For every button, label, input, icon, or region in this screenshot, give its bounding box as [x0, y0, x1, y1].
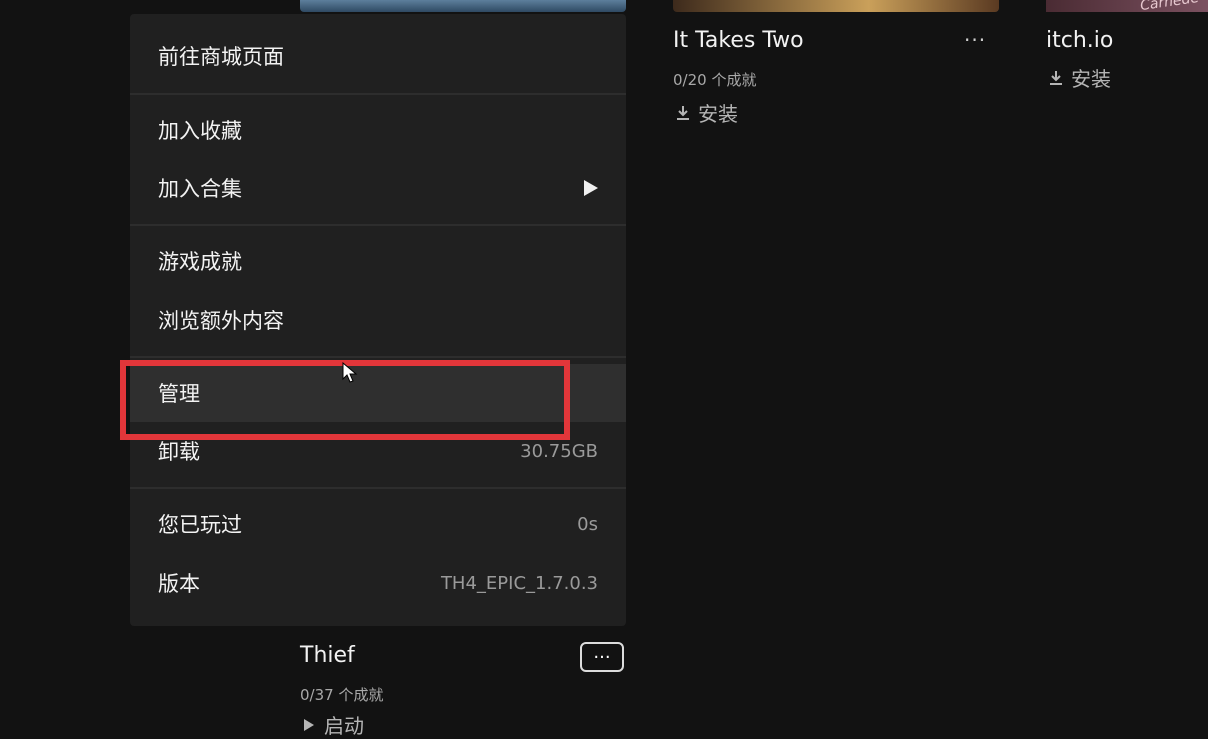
menu-divider	[130, 487, 626, 489]
menu-divider	[130, 93, 626, 95]
menu-item-favorite[interactable]: 加入收藏	[130, 101, 626, 159]
menu-item-label: 您已玩过	[158, 513, 242, 537]
it-takes-two-install-label: 安装	[698, 102, 738, 126]
menu-divider	[130, 356, 626, 358]
download-icon	[1050, 70, 1062, 85]
menu-item-label: 加入收藏	[158, 119, 242, 143]
menu-item-label: 版本	[158, 572, 200, 596]
download-icon	[677, 105, 689, 120]
it-takes-two-thumbnail[interactable]	[673, 0, 999, 12]
menu-divider	[130, 224, 626, 226]
mouse-cursor-icon	[342, 362, 358, 383]
itch-install-label: 安装	[1071, 67, 1111, 91]
playtime-value: 0s	[577, 513, 598, 535]
menu-item-label: 前往商城页面	[158, 45, 284, 69]
submenu-arrow-icon	[584, 180, 598, 196]
thief-launch-button[interactable]: 启动	[302, 710, 364, 739]
menu-item-addons[interactable]: 浏览额外内容	[130, 291, 626, 349]
menu-item-version: 版本 TH4_EPIC_1.7.0.3	[130, 554, 626, 612]
menu-item-achievements[interactable]: 游戏成就	[130, 232, 626, 290]
context-menu: 前往商城页面 加入收藏 加入合集 游戏成就 浏览额外内容 管理 卸载 30.75…	[130, 14, 626, 626]
menu-item-label: 加入合集	[158, 177, 242, 201]
it-takes-two-install-button[interactable]: 安装	[676, 98, 738, 127]
install-size: 30.75GB	[520, 440, 598, 462]
it-takes-two-more-button[interactable]: ···	[964, 28, 986, 52]
thief-more-button[interactable]: ···	[580, 642, 624, 672]
version-value: TH4_EPIC_1.7.0.3	[440, 572, 598, 594]
it-takes-two-achievements: 0/20 个成就	[673, 71, 757, 89]
play-icon	[304, 718, 314, 731]
it-takes-two-title[interactable]: It Takes Two	[673, 28, 804, 53]
menu-item-collection[interactable]: 加入合集	[130, 159, 626, 217]
menu-item-played: 您已玩过 0s	[130, 495, 626, 553]
itch-install-button[interactable]: 安装	[1049, 63, 1111, 92]
menu-item-label: 浏览额外内容	[158, 309, 284, 333]
menu-item-label: 游戏成就	[158, 250, 242, 274]
thief-launch-label: 启动	[324, 714, 364, 738]
thief-achievements: 0/37 个成就	[300, 686, 384, 704]
menu-item-label: 卸载	[158, 440, 200, 464]
thief-thumbnail[interactable]	[300, 0, 626, 12]
itch-title[interactable]: itch.io	[1046, 28, 1113, 53]
menu-item-store[interactable]: 前往商城页面	[130, 27, 626, 85]
thief-title[interactable]: Thief	[300, 643, 355, 668]
